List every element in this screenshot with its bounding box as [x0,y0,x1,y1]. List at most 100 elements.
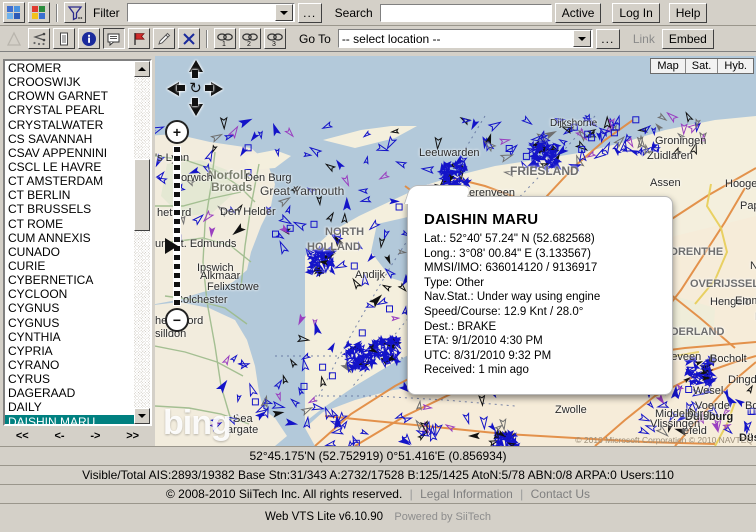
map-viewport[interactable]: NorfolkBroadsGreat YarmouthNorwich's Lyn… [155,56,756,446]
pan-left-stem-icon[interactable] [177,85,185,91]
contact-us-link[interactable]: Contact Us [531,487,590,501]
map-type-switcher[interactable]: Map Sat. Hyb. [650,58,754,74]
nav-next-button[interactable]: -> [88,430,102,442]
nav-prev-button[interactable]: <- [53,430,67,442]
location-combo[interactable]: -- select location -- [337,29,593,48]
list-item[interactable]: CROMER [5,61,150,75]
list-item[interactable]: CROOSWIJK [5,75,150,89]
toolbar-separator-2 [206,29,208,48]
link3-icon[interactable]: 3 [264,28,286,49]
pan-down-stem-icon[interactable] [192,98,198,106]
info-icon[interactable] [78,28,100,49]
pan-up-stem-icon[interactable] [192,70,198,78]
nav-last-button[interactable]: >> [124,430,141,442]
popup-row-value: 3°08' 00.84" E (3.133567) [459,247,591,260]
location-more-button[interactable]: ... [595,28,620,49]
list-item[interactable]: CSAV APPENNINI [5,146,150,160]
google-maps-icon[interactable] [28,2,50,23]
list-item[interactable]: CYGNUS [5,316,150,330]
copyright-bar: © 2008-2010 SiiTech Inc. All rights rese… [0,484,756,503]
filter-funnel-icon[interactable] [64,2,86,23]
popup-row-key: Speed/Course: [424,305,504,318]
popup-detail-rows: Lat.: 52°40' 57.24" N (52.682568) Long.: … [422,232,658,378]
list-item[interactable]: CRYSTAL PEARL [5,103,150,117]
scroll-thumb[interactable] [134,159,150,231]
list-item[interactable]: CYRUS [5,372,150,386]
toolbar-primary: Filter ... Search Active Log In Help [0,0,756,26]
map-zoom-control[interactable]: + − [163,120,189,332]
help-button[interactable]: Help [668,2,708,23]
map-rotate-icon[interactable]: ↻ [188,81,203,96]
list-item[interactable]: CYRANO [5,358,150,372]
goto-label: Go To [299,31,331,46]
list-item[interactable]: CT ROME [5,217,150,231]
scroll-up-button[interactable] [134,61,150,77]
measure-icon[interactable] [3,28,25,49]
map-type-satellite[interactable]: Sat. [685,59,719,73]
microsoft-maps-icon[interactable] [3,2,25,23]
zoom-slider-thumb[interactable] [165,238,178,254]
list-item[interactable]: CROWN GARNET [5,89,150,103]
filter-more-button[interactable]: ... [297,2,322,23]
zoom-out-button[interactable]: − [165,308,189,332]
list-item[interactable]: CT BERLIN [5,188,150,202]
map-type-map[interactable]: Map [651,59,686,73]
vessel-info-popup[interactable]: DAISHIN MARU Lat.: 52°40' 57.24" N (52.6… [403,185,673,395]
ship-list[interactable]: CROMER CROOSWIJK CROWN GARNET CRYSTAL PEARL… [3,59,152,426]
main-content: CROMER CROOSWIJK CROWN GARNET CRYSTAL PEARL… [0,56,756,446]
list-item[interactable]: DAILY [5,400,150,414]
popup-row-value: 8/31/2010 9:32 PM [454,349,552,362]
filter-dropdown-arrow[interactable] [274,4,293,21]
login-button[interactable]: Log In [612,2,660,23]
list-item[interactable]: CT AMSTERDAM [5,174,150,188]
list-item[interactable]: CUNADO [5,245,150,259]
list-item[interactable]: DAISHIN MARU [5,414,150,424]
popup-title: DAISHIN MARU [424,211,539,228]
label-icon[interactable] [103,28,125,49]
embed-button[interactable]: Embed [661,28,714,49]
coordinate-status-bar: 52°45.175'N (52.752919) 0°51.416'E (0.85… [0,446,756,465]
version-bar: Web VTS Lite v6.10.90 Powered by SiiTech [0,503,756,532]
popup-row: ETA: 9/1/2010 4:30 PM [424,334,658,349]
scroll-down-button[interactable] [134,408,150,424]
list-item[interactable]: CS SAVANNAH [5,132,150,146]
popup-tail [403,185,472,204]
link1-icon[interactable]: 1 [214,28,236,49]
popup-row-key: Dest.: [424,320,458,333]
popup-row-key: ETA: [424,335,452,348]
clear-icon[interactable] [178,28,200,49]
list-item[interactable]: CRYSTALWATER [5,118,150,132]
list-item[interactable]: CSCL LE HAVRE [5,160,150,174]
list-item[interactable]: DAGERAAD [5,386,150,400]
link2-icon[interactable]: 2 [239,28,261,49]
location-dropdown-arrow[interactable] [572,30,591,47]
ship-list-scrollbar[interactable] [134,61,150,424]
popup-row-value: 9/1/2010 4:30 PM [451,335,543,348]
nav-first-button[interactable]: << [14,430,31,442]
pan-right-stem-icon[interactable] [205,85,213,91]
filter-input[interactable] [127,5,274,20]
ship-list-rows[interactable]: CROMER CROOSWIJK CROWN GARNET CRYSTAL PEARL… [5,61,150,424]
list-item[interactable]: CURIE [5,259,150,273]
flag-icon[interactable] [128,28,150,49]
map-type-hybrid[interactable]: Hyb. [718,59,753,73]
legal-information-link[interactable]: Legal Information [420,487,513,501]
map-pan-control[interactable]: ↻ [167,60,223,116]
pin-icon[interactable] [153,28,175,49]
list-item[interactable]: CYBERNETICA [5,273,150,287]
application-window: Filter ... Search Active Log In Help 1 2… [0,0,756,532]
list-item[interactable]: CYCLOON [5,287,150,301]
zoom-in-button[interactable]: + [165,120,189,144]
list-item[interactable]: CYNTHIA [5,330,150,344]
filter-combo[interactable] [126,3,295,22]
list-icon[interactable] [53,28,75,49]
list-item[interactable]: CYGNUS [5,301,150,315]
list-item[interactable]: CUM ANNEXIS [5,231,150,245]
popup-row-key: Long.: [424,247,460,260]
search-input[interactable] [379,3,552,22]
active-button[interactable]: Active [554,2,602,23]
route-icon[interactable] [28,28,50,49]
list-item[interactable]: CYPRIA [5,344,150,358]
zoom-slider-track[interactable] [173,146,181,306]
list-item[interactable]: CT BRUSSELS [5,202,150,216]
